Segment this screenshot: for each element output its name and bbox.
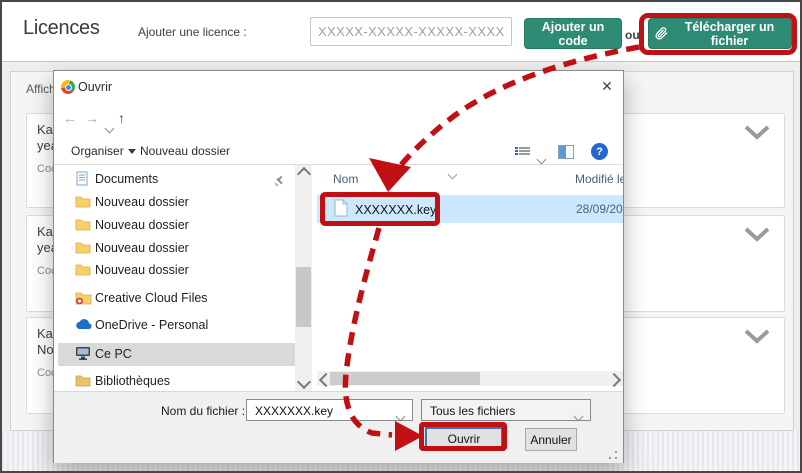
computer-icon (75, 346, 91, 362)
open-button-label: Ouvrir (448, 432, 481, 446)
sidebar-item-label: Nouveau dossier (95, 241, 189, 255)
help-icon[interactable]: ? (591, 143, 608, 160)
dialog-toolbar: Organiser Nouveau dossier ? (54, 139, 623, 165)
add-code-label: Ajouter un code (531, 20, 615, 48)
dialog-nav-row: ← → ↑ « KES 10 clés › 00000001 (54, 104, 623, 139)
creative-cloud-folder-icon (75, 290, 91, 306)
filetype-select[interactable]: Tous les fichiers (421, 399, 591, 421)
dialog-titlebar[interactable]: Ouvrir ✕ (54, 71, 623, 104)
scrollbar-thumb[interactable] (296, 267, 311, 327)
scroll-up-icon[interactable] (297, 167, 311, 181)
onedrive-cloud-icon (75, 317, 91, 333)
chevron-down-icon (575, 407, 582, 425)
history-dropdown-icon[interactable] (106, 119, 113, 137)
organize-label: Organiser (71, 144, 124, 158)
folder-icon (75, 194, 91, 210)
folder-icon (75, 240, 91, 256)
filelist-horizontal-scrollbar[interactable] (317, 371, 623, 386)
sidebar-item-label: Nouveau dossier (95, 218, 189, 232)
chrome-icon (61, 80, 75, 94)
card-title-fragment: Ka (37, 326, 53, 341)
upload-file-button[interactable]: Télécharger un fichier (648, 18, 792, 49)
file-modified-date: 28/09/201 (576, 202, 623, 216)
sidebar-scrollbar[interactable] (295, 165, 312, 391)
scrollbar-thumb[interactable] (330, 372, 480, 385)
sidebar-item-onedrive[interactable]: OneDrive - Personal (55, 317, 293, 335)
filetype-value: Tous les fichiers (430, 404, 515, 418)
column-chevron-icon[interactable] (449, 165, 456, 183)
forward-arrow-icon[interactable]: → (85, 110, 99, 126)
sidebar-item-nouveau-dossier[interactable]: Nouveau dossier (55, 217, 293, 235)
file-icon (334, 199, 348, 222)
sidebar-item-label: Creative Cloud Files (95, 291, 208, 305)
sidebar-item-label: Ce PC (95, 347, 132, 361)
page-title: Licences (23, 17, 100, 40)
open-button[interactable]: Ouvrir (425, 427, 503, 451)
filename-combobox[interactable] (246, 399, 413, 421)
preview-pane-icon[interactable] (558, 145, 574, 159)
sidebar-item-bibliotheques[interactable]: Bibliothèques (55, 373, 293, 391)
file-row-key[interactable]: XXXXXXX.key 28/09/201 (317, 195, 623, 223)
sidebar-item-label: Nouveau dossier (95, 263, 189, 277)
cancel-button-label: Annuler (530, 433, 571, 447)
filename-label: Nom du fichier : (161, 404, 245, 418)
caret-down-icon (128, 149, 136, 154)
scroll-right-icon[interactable] (607, 373, 621, 387)
sidebar-item-nouveau-dossier[interactable]: Nouveau dossier (55, 240, 293, 258)
add-license-label: Ajouter une licence : (138, 25, 247, 39)
sidebar-item-label: Nouveau dossier (95, 195, 189, 209)
sidebar-item-creative-cloud-files[interactable]: Creative Cloud Files (55, 290, 293, 308)
dialog-title: Ouvrir (78, 80, 112, 94)
or-text: ou (625, 28, 640, 42)
add-code-button[interactable]: Ajouter un code (524, 18, 622, 49)
pin-icon (274, 173, 285, 191)
file-name: XXXXXXX.key (355, 203, 436, 217)
sidebar-item-label: Bibliothèques (95, 374, 170, 388)
chevron-down-icon[interactable] (744, 124, 770, 140)
cancel-button[interactable]: Annuler (525, 428, 577, 451)
card-title-fragment: No (37, 342, 54, 357)
paperclip-icon (655, 27, 668, 40)
filename-input[interactable] (253, 401, 387, 421)
scroll-down-icon[interactable] (297, 375, 311, 389)
upload-file-label: Télécharger un fichier (674, 20, 785, 48)
card-title-fragment: Ka (37, 122, 53, 137)
chevron-down-icon[interactable] (744, 328, 770, 344)
close-icon[interactable]: ✕ (597, 76, 617, 96)
licences-page: Licences Ajouter une licence : Ajouter u… (0, 0, 802, 473)
sidebar-item-nouveau-dossier[interactable]: Nouveau dossier (55, 262, 293, 280)
sidebar-item-label: OneDrive - Personal (95, 318, 208, 332)
resize-grip[interactable] (609, 451, 617, 459)
chevron-down-icon[interactable] (397, 407, 404, 425)
open-file-dialog: Ouvrir ✕ ← → ↑ « KES 10 clés › 00000001 (53, 70, 624, 463)
sidebar-item-documents[interactable]: Documents (55, 171, 293, 189)
documents-icon (75, 171, 91, 187)
sidebar-item-ce-pc[interactable]: Ce PC (55, 346, 293, 364)
sidebar-item-nouveau-dossier[interactable]: Nouveau dossier (55, 194, 293, 212)
folder-icon (75, 217, 91, 233)
column-header-modified[interactable]: Modifié le (575, 172, 623, 186)
libraries-folder-icon (75, 373, 91, 389)
chevron-down-icon[interactable] (744, 226, 770, 242)
dialog-main: Documents Nouveau dossier Nouveau dossie… (55, 165, 623, 391)
sidebar-item-label: Documents (95, 172, 158, 186)
license-code-input[interactable] (310, 17, 512, 46)
top-bar: Licences Ajouter une licence : Ajouter u… (2, 2, 800, 62)
column-header-name[interactable]: Nom (333, 172, 358, 186)
up-arrow-icon[interactable]: ↑ (118, 110, 125, 126)
new-folder-button[interactable]: Nouveau dossier (140, 144, 230, 158)
view-mode-icon[interactable] (515, 146, 530, 158)
folder-icon (75, 262, 91, 278)
organize-menu[interactable]: Organiser (71, 144, 136, 158)
dialog-footer: Nom du fichier : Tous les fichiers Ouvri… (54, 391, 623, 463)
card-title-fragment: Ka (37, 224, 53, 239)
back-arrow-icon[interactable]: ← (63, 110, 77, 126)
